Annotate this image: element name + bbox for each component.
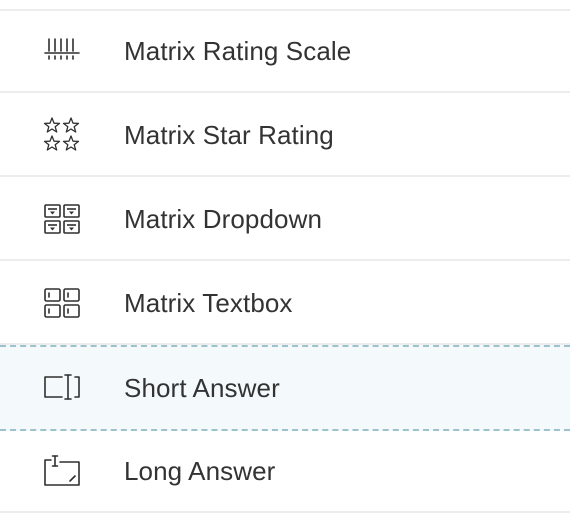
- question-type-label: Matrix Textbox: [124, 287, 293, 318]
- long-answer-icon: [42, 451, 82, 491]
- question-type-label: Matrix Star Rating: [124, 119, 334, 150]
- question-type-matrix-rating-scale[interactable]: Matrix Rating Scale: [0, 11, 570, 93]
- question-type-matrix-star-rating[interactable]: Matrix Star Rating: [0, 95, 570, 177]
- question-type-list: Matrix Rating Scale Matrix Star Rating M…: [0, 0, 570, 522]
- matrix-dropdown-icon: [42, 199, 82, 239]
- question-type-label: Matrix Dropdown: [124, 203, 323, 234]
- matrix-textbox-icon: [42, 283, 82, 323]
- question-type-short-answer[interactable]: Short Answer: [0, 345, 570, 431]
- short-answer-icon: [42, 368, 82, 408]
- question-type-label: Short Answer: [124, 372, 280, 403]
- question-type-matrix-textbox[interactable]: Matrix Textbox: [0, 263, 570, 345]
- star-rating-icon: [42, 115, 82, 155]
- question-type-matrix-dropdown[interactable]: Matrix Dropdown: [0, 179, 570, 261]
- question-type-label: Long Answer: [124, 455, 276, 486]
- question-type-label: Matrix Rating Scale: [124, 35, 352, 66]
- rating-scale-icon: [42, 31, 82, 71]
- question-type-long-answer[interactable]: Long Answer: [0, 431, 570, 513]
